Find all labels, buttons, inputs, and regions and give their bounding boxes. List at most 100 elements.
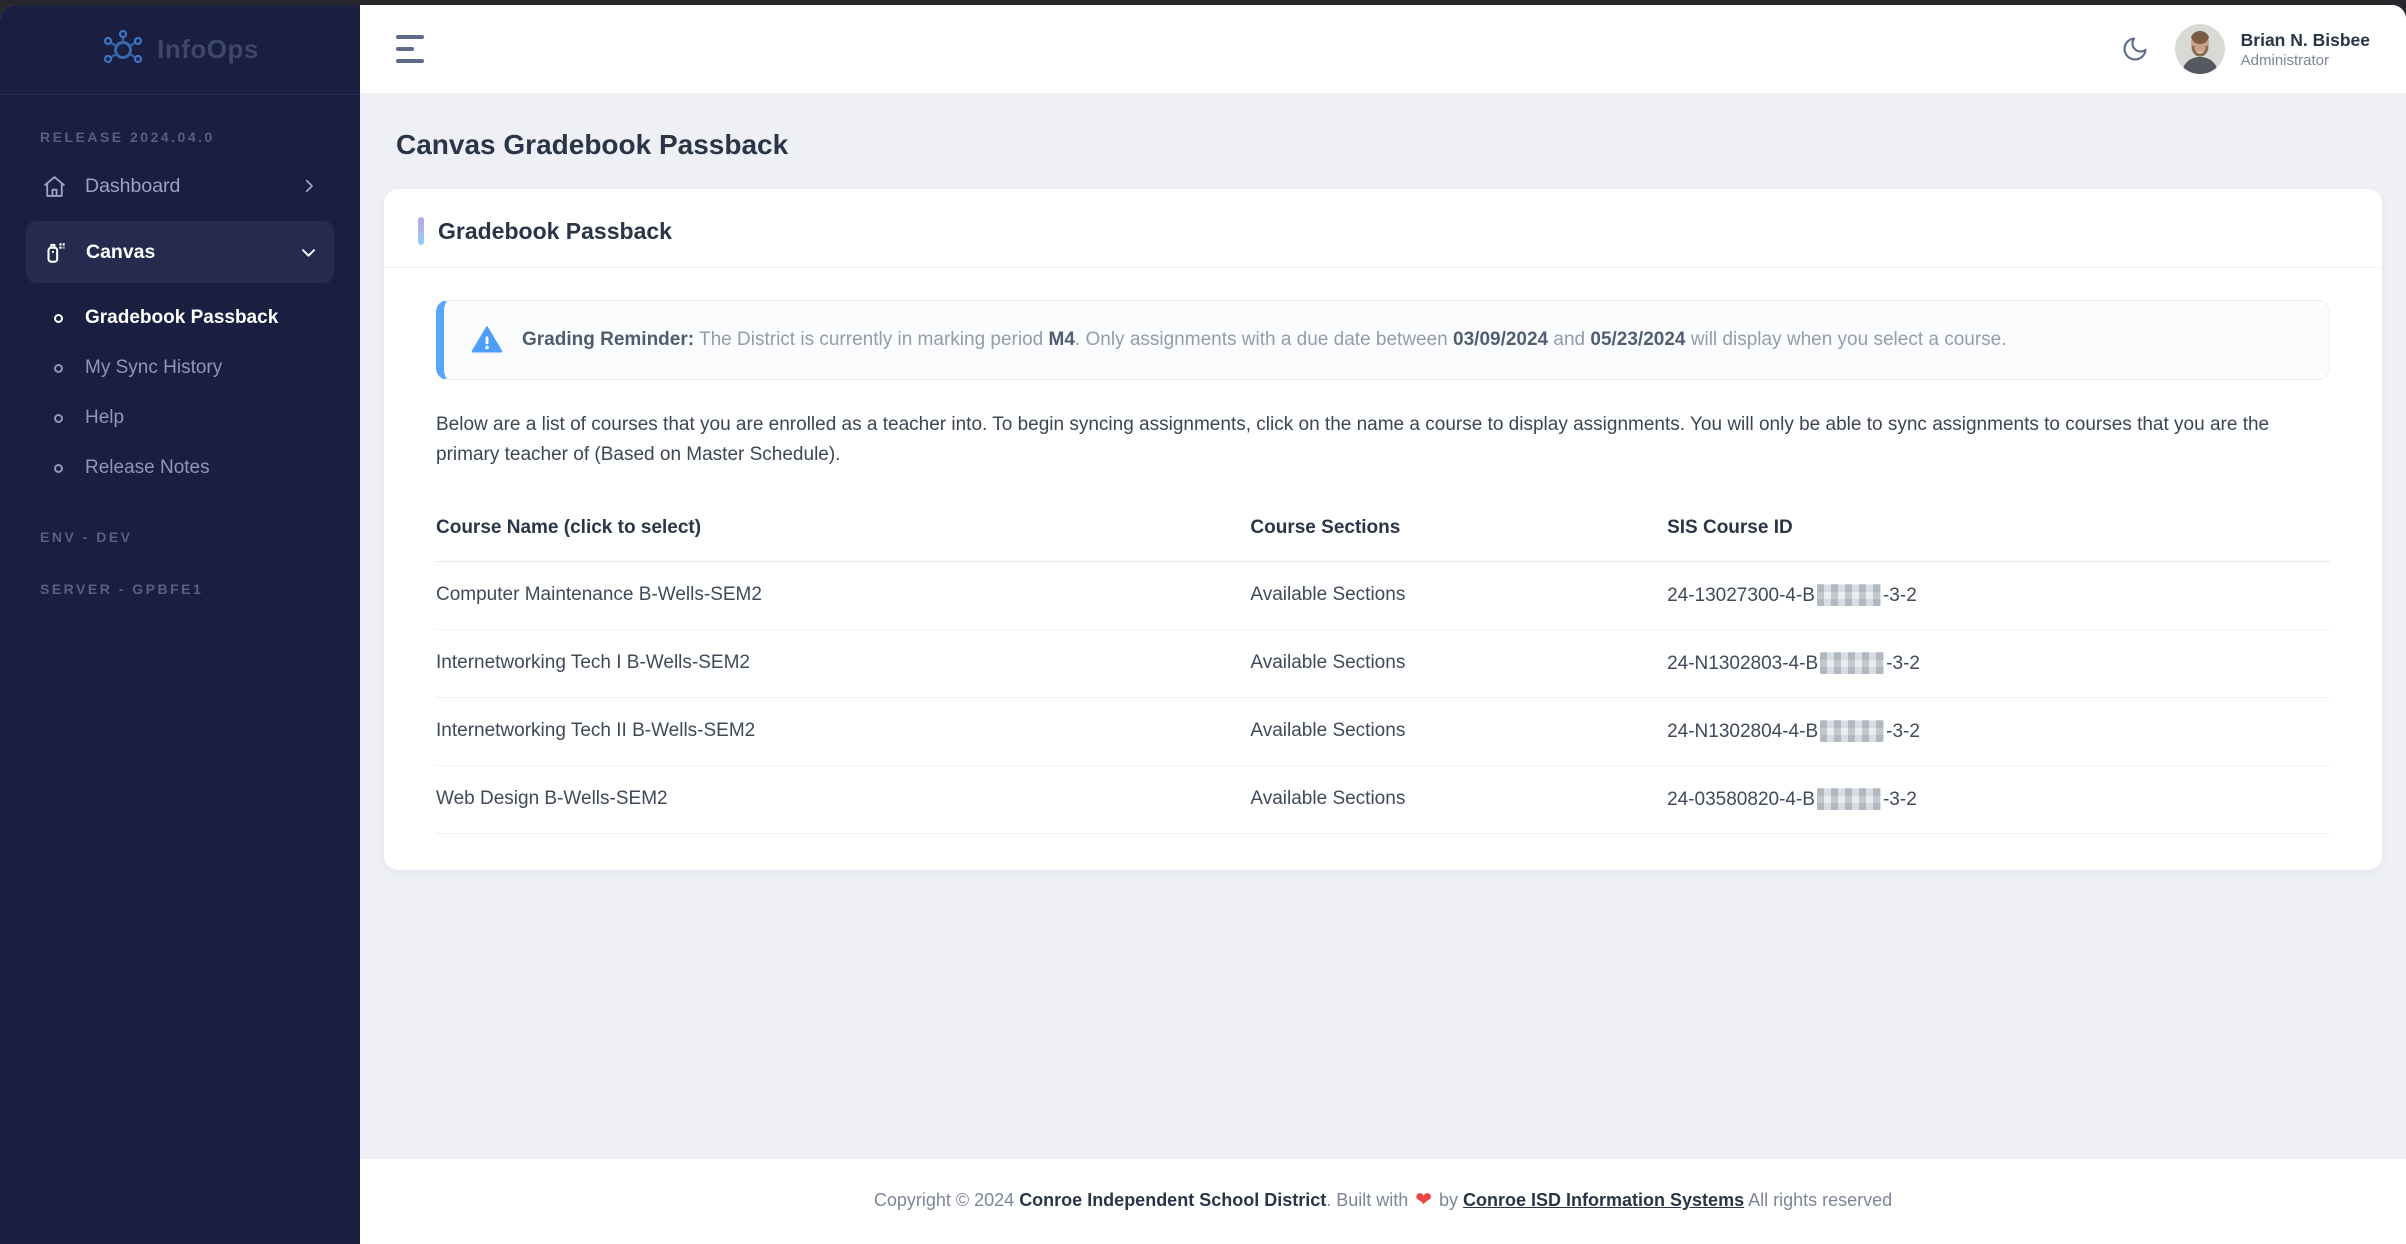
home-icon <box>42 174 67 199</box>
logo[interactable]: InfoOps <box>0 5 360 95</box>
sidebar-subitem-label: Release Notes <box>85 457 210 479</box>
sis-id-suffix: -3-2 <box>1883 789 1917 810</box>
app-window: InfoOps RELEASE 2024.04.0 Dashboard <box>0 5 2406 1244</box>
alert-label: Grading Reminder: <box>522 329 694 350</box>
alert-text-part: The District is currently in marking per… <box>694 329 1048 350</box>
sidebar-item-label: Dashboard <box>85 175 180 198</box>
sis-id-prefix: 24-N1302803-4-B <box>1667 653 1818 674</box>
courses-table: Course Name (click to select) Course Sec… <box>436 503 2330 834</box>
heart-icon: ❤ <box>1415 1189 1432 1211</box>
page-title: Canvas Gradebook Passback <box>396 129 2382 161</box>
moon-icon <box>2121 35 2149 63</box>
sidebar-nav: RELEASE 2024.04.0 Dashboard <box>0 95 360 597</box>
canvas-submenu: Gradebook Passback My Sync History Help … <box>26 293 334 493</box>
sis-course-id-cell: 24-13027300-4-B -3-2 <box>1667 561 2330 629</box>
footer-link-information-systems[interactable]: Conroe ISD Information Systems <box>1463 1190 1744 1210</box>
sis-id-suffix: -3-2 <box>1883 585 1917 606</box>
footer-copyright: Copyright © 2024 <box>874 1190 1019 1210</box>
warning-triangle-icon <box>470 323 504 357</box>
sis-course-id-cell: 24-03580820-4-B -3-2 <box>1667 765 2330 833</box>
sidebar-subitem-gradebook-passback[interactable]: Gradebook Passback <box>26 293 334 343</box>
sidebar: InfoOps RELEASE 2024.04.0 Dashboard <box>0 5 360 1244</box>
logo-text: InfoOps <box>157 34 259 65</box>
course-name-link[interactable]: Computer Maintenance B-Wells-SEM2 <box>436 561 1250 629</box>
bullet-icon <box>54 464 63 473</box>
chevron-down-icon <box>299 243 318 262</box>
page-footer: Copyright © 2024 Conroe Independent Scho… <box>360 1159 2406 1244</box>
release-label: RELEASE 2024.04.0 <box>26 129 334 145</box>
footer-text-part: . Built with <box>1326 1190 1413 1210</box>
table-header-row: Course Name (click to select) Course Sec… <box>436 503 2330 562</box>
bullet-icon <box>54 314 63 323</box>
column-sis-course-id: SIS Course ID <box>1667 503 2330 562</box>
footer-text-part: by <box>1434 1190 1463 1210</box>
card-title: Gradebook Passback <box>438 218 672 245</box>
sis-course-id-cell: 24-N1302804-4-B -3-2 <box>1667 697 2330 765</box>
grading-reminder-alert: Grading Reminder: The District is curren… <box>436 300 2330 380</box>
bullet-icon <box>54 364 63 373</box>
table-row: Computer Maintenance B-Wells-SEM2 Availa… <box>436 561 2330 629</box>
server-label: SERVER - GPBFE1 <box>26 581 334 597</box>
alert-text-part: will display when you select a course. <box>1685 329 2006 350</box>
course-sections-cell: Available Sections <box>1250 629 1667 697</box>
hamburger-menu-icon[interactable] <box>396 35 424 63</box>
card-accent-bar <box>418 217 424 245</box>
course-sections-cell: Available Sections <box>1250 765 1667 833</box>
page-content: Canvas Gradebook Passback Gradebook Pass… <box>360 93 2406 1159</box>
date-start: 03/09/2024 <box>1453 329 1548 350</box>
sis-id-prefix: 24-03580820-4-B <box>1667 789 1815 810</box>
user-menu[interactable]: Brian N. Bisbee Administrator <box>2175 24 2370 74</box>
alert-text: Grading Reminder: The District is curren… <box>522 329 2007 351</box>
avatar <box>2175 24 2225 74</box>
table-row: Internetworking Tech II B-Wells-SEM2 Ava… <box>436 697 2330 765</box>
redacted-block <box>1817 788 1881 810</box>
sidebar-subitem-my-sync-history[interactable]: My Sync History <box>26 343 334 393</box>
instructions-text: Below are a list of courses that you are… <box>436 410 2330 471</box>
sis-id-prefix: 24-N1302804-4-B <box>1667 721 1818 742</box>
sidebar-subitem-label: Gradebook Passback <box>85 307 278 329</box>
date-end: 05/23/2024 <box>1590 329 1685 350</box>
user-name: Brian N. Bisbee <box>2241 29 2370 52</box>
column-course-name: Course Name (click to select) <box>436 503 1250 562</box>
course-sections-cell: Available Sections <box>1250 697 1667 765</box>
top-header: Brian N. Bisbee Administrator <box>360 5 2406 93</box>
alert-text-part: . Only assignments with a due date betwe… <box>1075 329 1453 350</box>
sis-id-suffix: -3-2 <box>1886 653 1920 674</box>
redacted-block <box>1820 652 1884 674</box>
header-actions: Brian N. Bisbee Administrator <box>2121 24 2370 74</box>
course-sections-cell: Available Sections <box>1250 561 1667 629</box>
sidebar-subitem-release-notes[interactable]: Release Notes <box>26 443 334 493</box>
table-row: Internetworking Tech I B-Wells-SEM2 Avai… <box>436 629 2330 697</box>
marking-period: M4 <box>1049 329 1075 350</box>
sis-id-suffix: -3-2 <box>1886 721 1920 742</box>
user-role: Administrator <box>2241 52 2370 69</box>
course-name-link[interactable]: Web Design B-Wells-SEM2 <box>436 765 1250 833</box>
dark-mode-toggle[interactable] <box>2121 35 2149 63</box>
table-row: Web Design B-Wells-SEM2 Available Sectio… <box>436 765 2330 833</box>
column-course-sections: Course Sections <box>1250 503 1667 562</box>
course-name-link[interactable]: Internetworking Tech II B-Wells-SEM2 <box>436 697 1250 765</box>
gradebook-passback-card: Gradebook Passback Grading Reminder: <box>384 189 2382 870</box>
infoops-logo-icon <box>101 28 145 72</box>
redacted-block <box>1817 584 1881 606</box>
chevron-right-icon <box>300 177 318 195</box>
sidebar-subitem-label: My Sync History <box>85 357 222 379</box>
main-column: Brian N. Bisbee Administrator Canvas Gra… <box>360 5 2406 1244</box>
sidebar-item-canvas[interactable]: Canvas <box>26 221 334 283</box>
sis-course-id-cell: 24-N1302803-4-B -3-2 <box>1667 629 2330 697</box>
alert-text-part: and <box>1548 329 1590 350</box>
card-body: Grading Reminder: The District is curren… <box>384 268 2382 870</box>
sis-id-prefix: 24-13027300-4-B <box>1667 585 1815 606</box>
redacted-block <box>1820 720 1884 742</box>
sidebar-subitem-help[interactable]: Help <box>26 393 334 443</box>
course-name-link[interactable]: Internetworking Tech I B-Wells-SEM2 <box>436 629 1250 697</box>
footer-rights: All rights reserved <box>1744 1190 1892 1210</box>
footer-district: Conroe Independent School District <box>1019 1190 1326 1210</box>
sidebar-item-dashboard[interactable]: Dashboard <box>26 159 334 213</box>
env-label: ENV - DEV <box>26 529 334 545</box>
card-header: Gradebook Passback <box>384 189 2382 268</box>
canvas-spray-icon <box>42 239 68 265</box>
sidebar-item-label: Canvas <box>86 241 155 264</box>
sidebar-subitem-label: Help <box>85 407 124 429</box>
bullet-icon <box>54 414 63 423</box>
